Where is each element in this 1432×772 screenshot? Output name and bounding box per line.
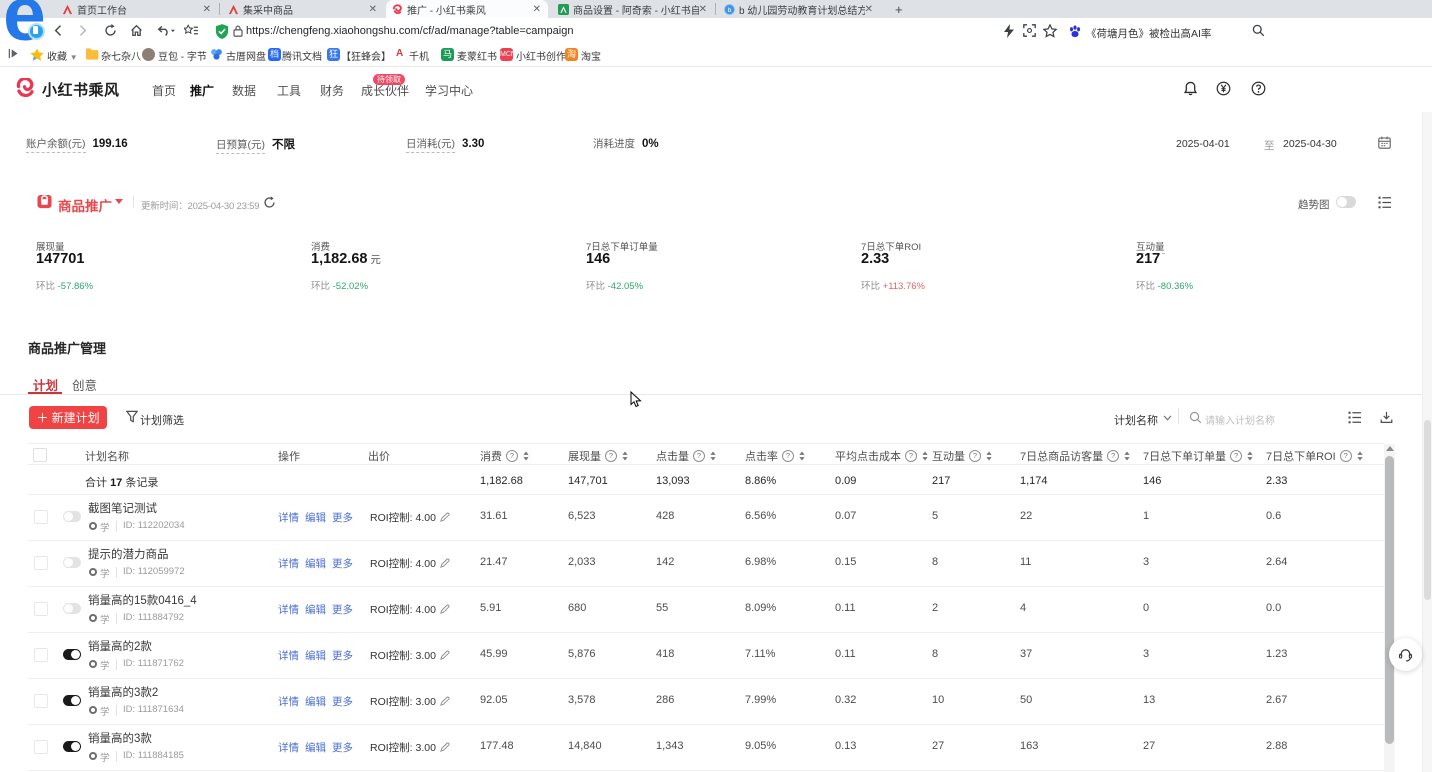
svg-text:b: b (728, 6, 732, 13)
